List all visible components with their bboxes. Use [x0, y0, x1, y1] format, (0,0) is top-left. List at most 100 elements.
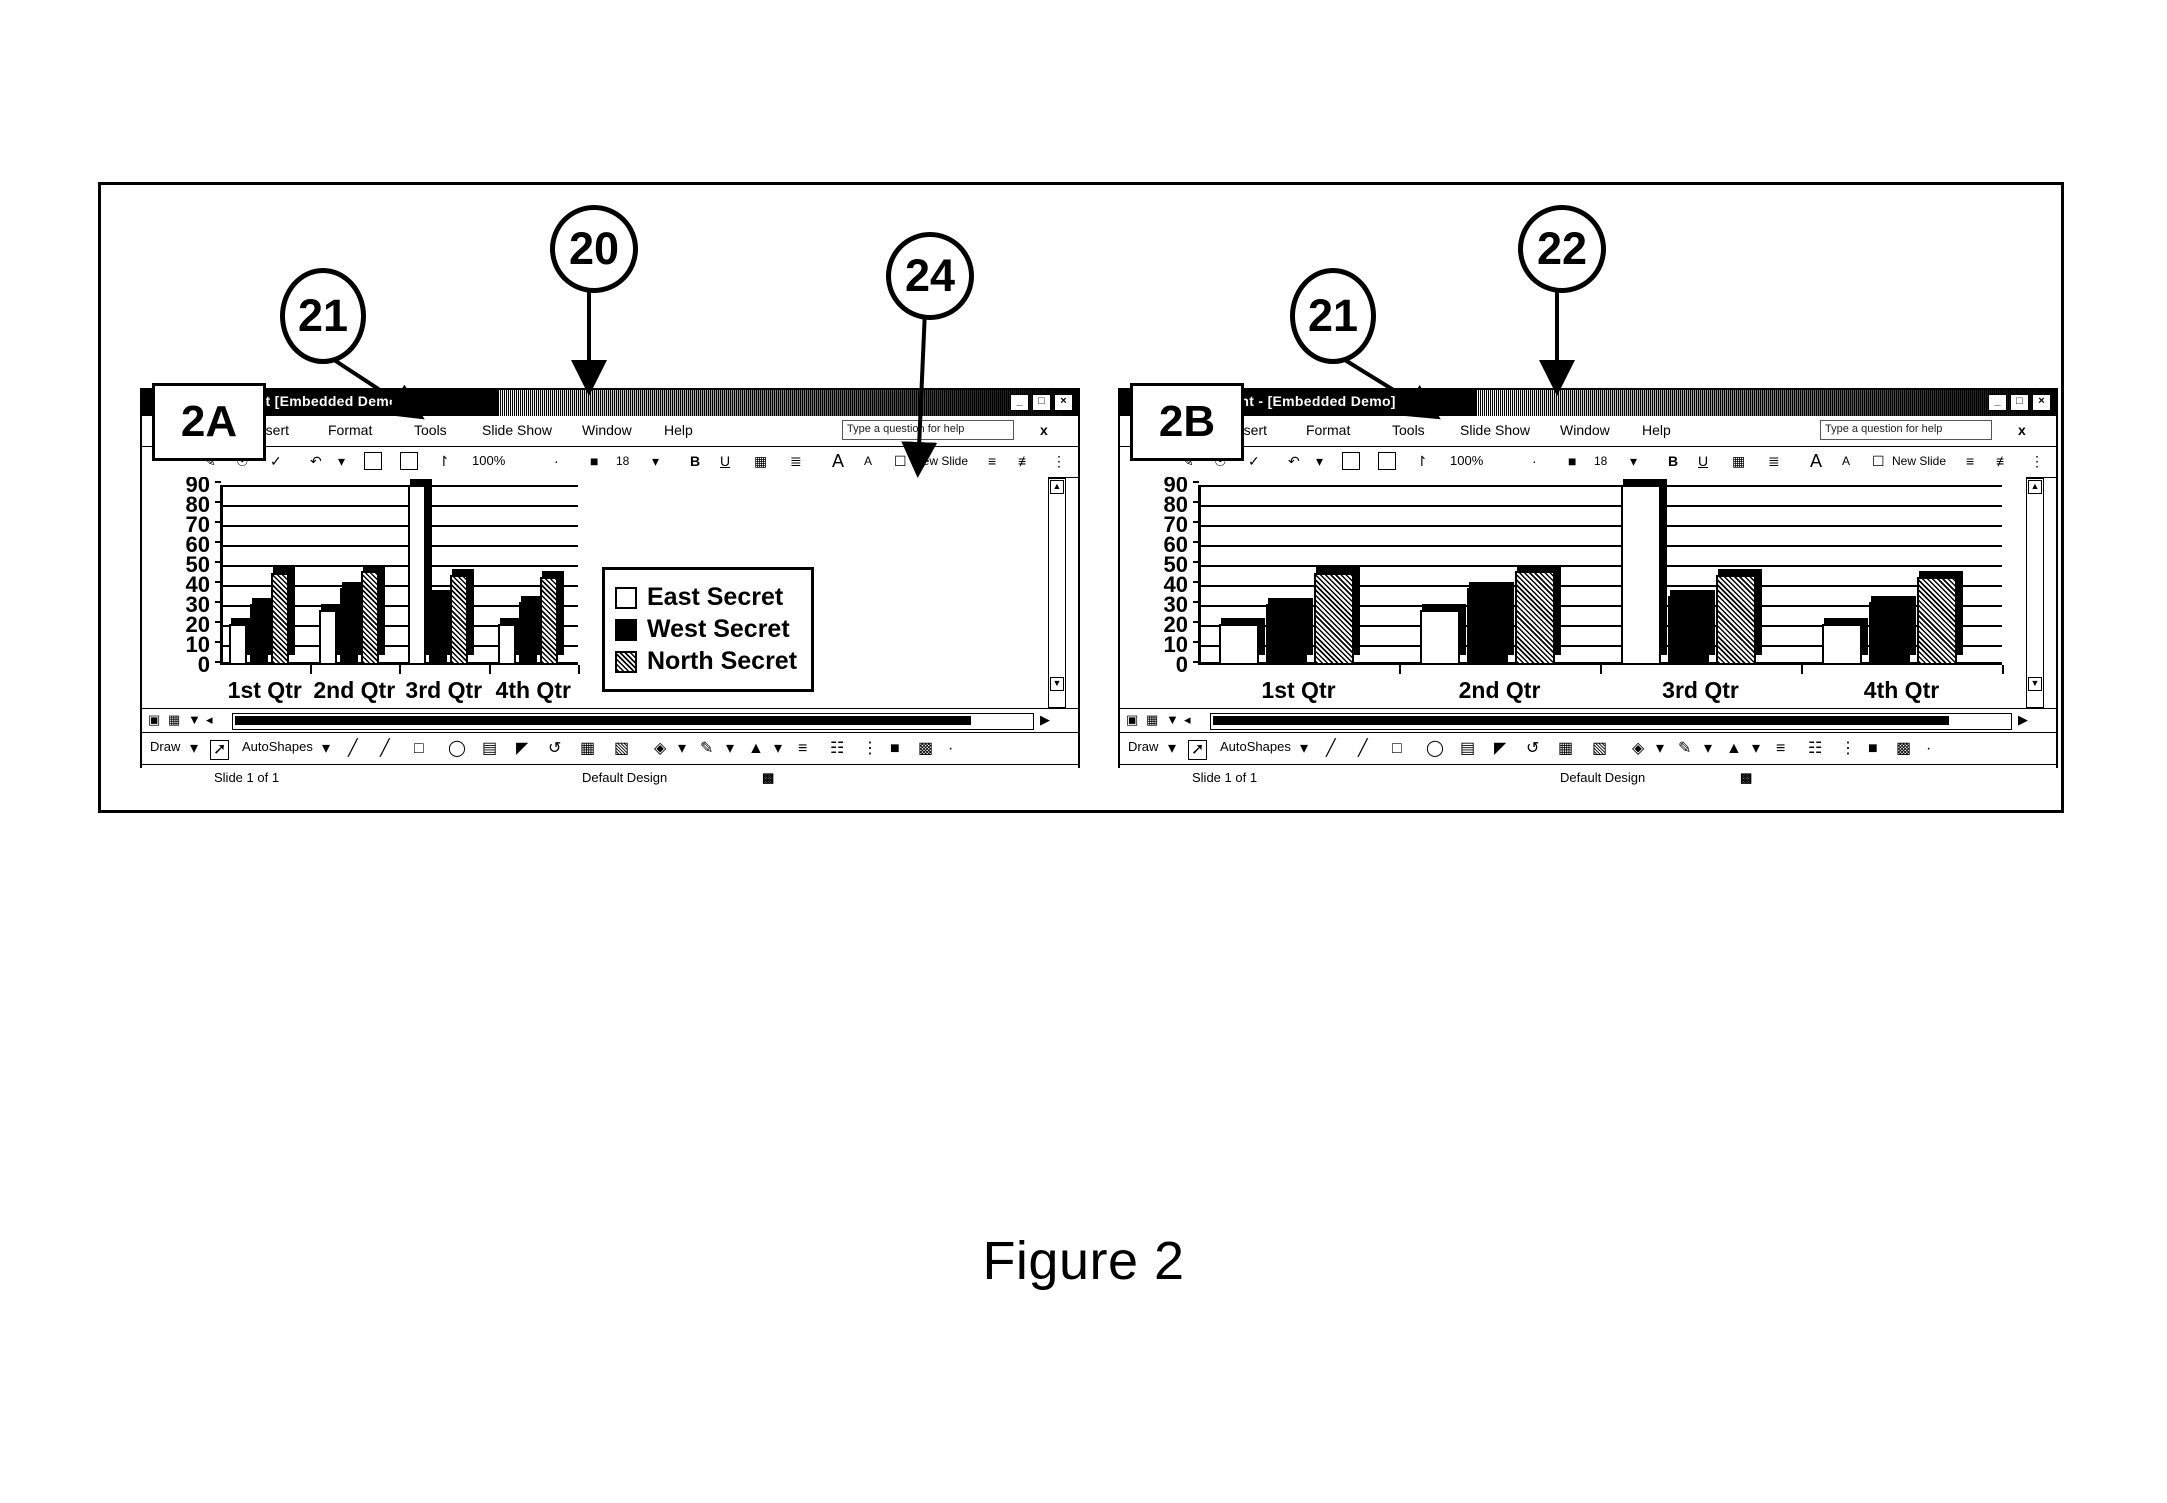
undo-dropdown-icon-b[interactable]: ▾ [1316, 451, 1323, 471]
menu-close-icon-a[interactable]: x [1040, 422, 1048, 438]
line-style-icon-a[interactable]: ≡ [798, 740, 807, 758]
bar-east[interactable] [1822, 618, 1869, 665]
title-bar-b[interactable]: rPoint - [Embedded Demo] _ □ × [1120, 390, 2056, 416]
oval-icon-a[interactable]: ◯ [448, 740, 466, 758]
close-button-b[interactable]: × [2032, 394, 2051, 411]
line-icon-b[interactable]: ╱ [1326, 740, 1336, 758]
dash-style-icon-a[interactable]: ☷ [830, 740, 844, 758]
standard-toolbar-b[interactable]: ✎ ☉ ✓ ↶ ▾ ↾ 100% · ■ 18 ▾ B U ▦ ≣ A A ☐ … [1120, 447, 2056, 478]
maximize-button-b[interactable]: □ [2010, 394, 2029, 411]
toolbar-overflow-icon-a[interactable]: ⋮ [1052, 451, 1066, 471]
bar-east[interactable] [318, 604, 343, 665]
slide-canvas-a[interactable]: 0 10 20 30 40 50 60 70 80 90 1st Qtr 2nd Qtr 3rd Qtr… [142, 477, 1048, 707]
fill-dropdown-icon-a[interactable]: ▾ [678, 740, 686, 758]
insert-chart-icon-a[interactable] [364, 452, 382, 470]
normal-view-icon-a[interactable]: ▣ [148, 712, 160, 728]
font-color-dropdown-icon-a[interactable]: ▾ [774, 740, 782, 758]
line-color-dropdown-icon-a[interactable]: ▾ [726, 740, 734, 758]
normal-view-icon-b[interactable]: ▣ [1126, 712, 1138, 728]
arrow-style-icon-b[interactable]: ⋮ [1840, 740, 1856, 758]
window-controls-a[interactable]: _ □ × [1010, 394, 1073, 411]
fill-dropdown-icon-b[interactable]: ▾ [1656, 740, 1664, 758]
draw-dropdown-icon-a[interactable]: ▾ [190, 740, 198, 758]
menu-item-window-b[interactable]: Window [1560, 422, 1610, 438]
font-color-dropdown-icon-b[interactable]: ▾ [1752, 740, 1760, 758]
chart-b[interactable]: 0 10 20 30 40 50 60 70 80 90 1st Qtr 2nd Qtr 3rd Qtr… [1120, 477, 2026, 707]
bar-north[interactable] [1514, 565, 1561, 665]
3d-style-icon-a[interactable]: ▩ [918, 740, 933, 758]
powerpoint-window-b[interactable]: rPoint - [Embedded Demo] _ □ × ow Insert… [1118, 388, 2058, 791]
bar-north[interactable] [271, 567, 296, 665]
h-scroll-right-icon-b[interactable]: ▶ [2018, 712, 2028, 728]
bar-north[interactable] [1715, 569, 1762, 665]
slideshow-view-icon-b[interactable]: ▼ [1166, 712, 1179, 727]
diagram-icon-a[interactable]: ↺ [548, 740, 561, 758]
menu-bar-a[interactable]: ow Insert Format Tools Slide Show Window… [142, 416, 1078, 447]
horizontal-scrollbar-b[interactable] [1210, 713, 2012, 730]
decrease-font-icon-b[interactable]: A [1842, 451, 1850, 471]
new-slide-button-b[interactable]: New Slide [1892, 451, 1946, 471]
font-color-icon-b[interactable]: ■ [1568, 451, 1576, 471]
arrow-style-icon-a[interactable]: ⋮ [862, 740, 878, 758]
h-scroll-right-icon-a[interactable]: ▶ [1040, 712, 1050, 728]
window-controls-b[interactable]: _ □ × [1988, 394, 2051, 411]
maximize-button-a[interactable]: □ [1032, 394, 1051, 411]
insert-table-icon-b[interactable] [1378, 452, 1396, 470]
bar-east[interactable] [497, 618, 522, 665]
arrow-icon-b[interactable]: ╱ [1358, 740, 1368, 758]
font-size-a[interactable]: 18 [616, 451, 629, 471]
bar-east[interactable] [1420, 604, 1467, 665]
view-bar-b[interactable]: ▣ ▦ ▼ ◂ ▶ [1120, 708, 2056, 734]
oval-icon-b[interactable]: ◯ [1426, 740, 1444, 758]
draw-dropdown-icon-b[interactable]: ▾ [1168, 740, 1176, 758]
bar-north[interactable] [1313, 567, 1360, 665]
menu-close-icon-b[interactable]: x [2018, 422, 2026, 438]
undo-dropdown-icon-a[interactable]: ▾ [338, 451, 345, 471]
font-color-icon-draw-b[interactable]: ▲ [1726, 740, 1742, 758]
drawing-toolbar-b[interactable]: Draw ▾ ➚ AutoShapes ▾ ╱ ╱ □ ◯ ▤ ◤ ↺ ▦ ▧ … [1120, 732, 2056, 765]
view-resize-icon-a[interactable]: ◂ [206, 712, 213, 728]
line-color-icon-a[interactable]: ✎ [700, 740, 713, 758]
line-icon-a[interactable]: ╱ [348, 740, 358, 758]
menu-item-help-a[interactable]: Help [664, 422, 693, 438]
title-bar-a[interactable]: Point [Embedded Demo] _ □ × [142, 390, 1078, 416]
bar-north[interactable] [450, 569, 475, 665]
slide-sorter-icon-b[interactable]: ▦ [1146, 712, 1158, 728]
new-slide-icon-b[interactable]: ☐ [1872, 451, 1885, 471]
line-color-icon-b[interactable]: ✎ [1678, 740, 1691, 758]
insert-chart-icon-b[interactable] [1342, 452, 1360, 470]
font-size-dropdown-icon-b[interactable]: ▾ [1630, 451, 1637, 471]
menu-item-tools-b[interactable]: Tools [1392, 422, 1425, 438]
draw-menu-a[interactable]: Draw [150, 739, 180, 754]
shadow-icon-b[interactable]: ▦ [1732, 451, 1745, 471]
bar-west[interactable] [1869, 595, 1916, 665]
bar-north[interactable] [1916, 571, 1963, 665]
new-slide-icon-a[interactable]: ☐ [894, 451, 907, 471]
bar-west[interactable] [1467, 581, 1514, 665]
decrease-font-icon-a[interactable]: A [864, 451, 872, 471]
minimize-button-a[interactable]: _ [1010, 394, 1029, 411]
bar-west[interactable] [518, 595, 543, 665]
select-arrow-icon-b[interactable]: ➚ [1188, 740, 1208, 760]
scroll-up-icon-b[interactable]: ▲ [2028, 480, 2042, 494]
vertical-scrollbar-b[interactable]: ▲ ▼ [2026, 478, 2044, 708]
shadow-style-icon-b[interactable]: ■ [1868, 740, 1878, 758]
drawing-toolbar-a[interactable]: Draw ▾ ➚ AutoShapes ▾ ╱ ╱ □ ◯ ▤ ◤ ↺ ▦ ▧ … [142, 732, 1078, 765]
autoshapes-menu-a[interactable]: AutoShapes [242, 739, 313, 754]
scroll-up-icon-a[interactable]: ▲ [1050, 480, 1064, 494]
zoom-level-b[interactable]: 100% [1450, 451, 1483, 471]
dash-style-icon-b[interactable]: ☷ [1808, 740, 1822, 758]
shadow-icon-a[interactable]: ▦ [754, 451, 767, 471]
zoom-level-a[interactable]: 100% [472, 451, 505, 471]
demote-icon-b[interactable]: ≢ [1996, 451, 2010, 471]
bar-west[interactable] [429, 589, 454, 665]
scroll-down-icon-b[interactable]: ▼ [2028, 677, 2042, 691]
autoshapes-dropdown-icon-b[interactable]: ▾ [1300, 740, 1308, 758]
shadow-style-icon-a[interactable]: ■ [890, 740, 900, 758]
format-painter-icon-b[interactable]: ✓ [1248, 451, 1260, 471]
bar-north[interactable] [539, 571, 564, 665]
bar-north[interactable] [360, 565, 385, 665]
3d-style-icon-b[interactable]: ▩ [1896, 740, 1911, 758]
line-color-dropdown-icon-b[interactable]: ▾ [1704, 740, 1712, 758]
select-arrow-icon-a[interactable]: ➚ [210, 740, 230, 760]
